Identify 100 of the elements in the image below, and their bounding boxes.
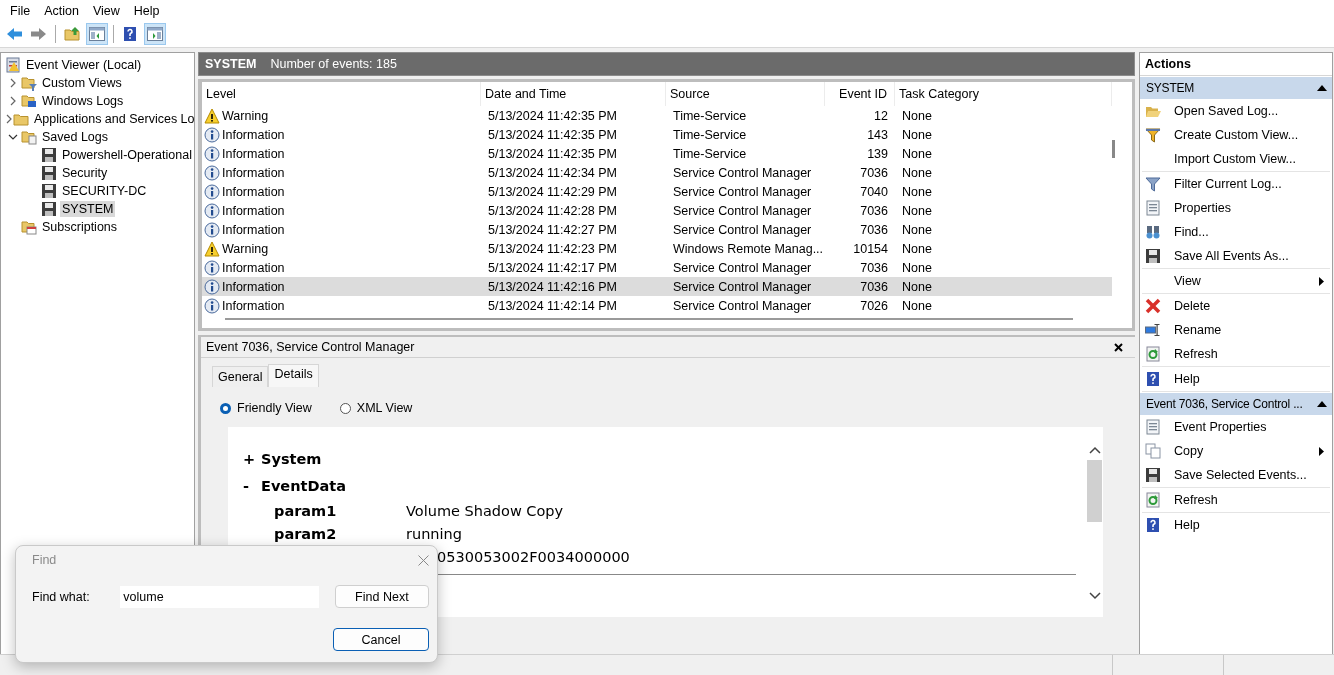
radio-label[interactable]: XML View xyxy=(356,401,413,415)
table-cell: Information xyxy=(222,260,285,275)
column-header[interactable]: Source xyxy=(666,82,825,106)
tree-item[interactable]: Event Viewer (Local) xyxy=(24,57,144,73)
command-item[interactable]: Create Custom View... xyxy=(1142,123,1330,147)
tree-item[interactable]: Applications and Services Lo xyxy=(32,111,194,127)
pane-title: Actions xyxy=(1140,53,1332,76)
table-cell: Information xyxy=(222,127,285,142)
menu-item[interactable]: Action xyxy=(37,3,86,18)
radio-label[interactable]: Friendly View xyxy=(237,401,312,415)
command-item[interactable]: Delete xyxy=(1142,294,1330,318)
event-row[interactable]: Information 5/13/2024 11:42:14 PM Service Control Manager 7026 None xyxy=(202,296,1112,315)
tree-item[interactable]: SYSTEM xyxy=(60,201,116,217)
event-row[interactable]: Information 5/13/2024 11:42:34 PM Service Control Manager 7036 None xyxy=(202,163,1112,182)
event-row[interactable]: Information 5/13/2024 11:42:29 PM Service Control Manager 7040 None xyxy=(202,182,1112,201)
close-icon[interactable] xyxy=(1114,342,1123,352)
info-icon xyxy=(204,202,220,219)
toggle-sign[interactable]: + xyxy=(243,450,261,467)
chevron-right-icon[interactable] xyxy=(9,78,17,88)
section-header[interactable]: Event 7036, Service Control ... xyxy=(1140,393,1332,415)
event-row[interactable]: Information 5/13/2024 11:42:28 PM Service Control Manager 7036 None xyxy=(202,201,1112,220)
table-cell: Information xyxy=(222,203,285,218)
event-row[interactable]: Warning 5/13/2024 11:42:23 PM Windows Remote Manag... 10154 None xyxy=(202,239,1112,258)
radio-button[interactable] xyxy=(339,402,351,414)
column-header[interactable]: Event ID xyxy=(825,82,895,106)
command-item[interactable]: Save Selected Events... xyxy=(1142,463,1330,487)
command-item[interactable]: Open Saved Log... xyxy=(1142,99,1330,123)
folder-up-icon xyxy=(64,26,80,42)
event-row[interactable]: Warning 5/13/2024 11:42:35 PM Time-Service 12 None xyxy=(202,106,1112,125)
event-row[interactable]: Information 5/13/2024 11:42:16 PM Service Control Manager 7036 None xyxy=(202,277,1112,296)
chevron-right-icon[interactable] xyxy=(9,96,17,106)
command-item[interactable]: Rename xyxy=(1142,318,1330,342)
dialog-button[interactable]: Find Next xyxy=(334,585,429,608)
folder-calendar-icon xyxy=(21,219,37,235)
dialog-title: Find xyxy=(32,553,57,567)
table-cell-text: 5/13/2024 11:42:34 PM xyxy=(487,165,619,180)
command-item[interactable]: Properties xyxy=(1142,196,1330,220)
scrollbar-thumb[interactable] xyxy=(225,318,1073,320)
menu-item[interactable]: View xyxy=(85,3,127,18)
command-item[interactable]: Find... xyxy=(1142,220,1330,244)
tree-item[interactable]: Security xyxy=(60,165,110,181)
command-item[interactable]: Event Properties xyxy=(1142,415,1330,439)
section-title: EventData xyxy=(261,477,346,494)
scroll-down-icon xyxy=(1088,592,1101,600)
event-row[interactable]: Information 5/13/2024 11:42:35 PM Time-Service 143 None xyxy=(202,125,1112,144)
column-header[interactable]: Level xyxy=(202,82,481,106)
radio-button[interactable] xyxy=(220,402,231,414)
tab[interactable]: Details xyxy=(268,364,319,387)
tree-item[interactable]: Subscriptions xyxy=(40,219,120,235)
command-item[interactable]: Save All Events As... xyxy=(1142,244,1330,268)
scrollbar-thumb[interactable] xyxy=(1112,140,1115,158)
table-cell: Information xyxy=(222,184,285,199)
tree-item[interactable]: Custom Views xyxy=(40,75,124,91)
command-item[interactable]: View xyxy=(1142,269,1330,293)
menu-item[interactable]: Help xyxy=(126,3,167,18)
column-header[interactable]: Task Category xyxy=(895,82,1112,106)
section-header[interactable]: SYSTEM xyxy=(1140,77,1332,99)
command-item[interactable]: Refresh xyxy=(1142,342,1330,366)
command-item[interactable]: Help xyxy=(1142,513,1330,537)
tree-item[interactable]: Powershell-Operational xyxy=(60,147,194,163)
menu-item[interactable]: File xyxy=(3,3,38,18)
folder-document-icon xyxy=(21,129,37,145)
funnel-icon xyxy=(1145,127,1161,143)
tree-item[interactable]: SECURITY-DC xyxy=(60,183,149,199)
table-cell-text: 7036 xyxy=(859,165,889,180)
table-cell-text: 5/13/2024 11:42:23 PM xyxy=(487,241,619,256)
command-item[interactable]: Copy xyxy=(1142,439,1330,463)
table-cell-text: 143 xyxy=(866,127,889,142)
warning-icon xyxy=(204,107,220,124)
event-row[interactable]: Information 5/13/2024 11:42:17 PM Service Control Manager 7036 None xyxy=(202,258,1112,277)
back-arrow-icon xyxy=(6,26,22,42)
toggle-sign[interactable]: - xyxy=(243,477,261,494)
table-cell-text: 139 xyxy=(866,146,889,161)
table-cell: Information xyxy=(222,298,285,313)
command-item[interactable]: Filter Current Log... xyxy=(1142,172,1330,196)
command-item[interactable]: Import Custom View... xyxy=(1142,147,1330,171)
command-item[interactable]: Help xyxy=(1142,367,1330,391)
command-item[interactable]: Refresh xyxy=(1142,488,1330,512)
tree-item[interactable]: Windows Logs xyxy=(40,93,126,109)
table-cell-text: 7036 xyxy=(859,203,889,218)
table-cell-text: Service Control Manager xyxy=(672,184,813,199)
tab[interactable]: General xyxy=(212,366,269,387)
toolbar-button[interactable] xyxy=(86,23,108,45)
event-row[interactable]: Information 5/13/2024 11:42:35 PM Time-Service 139 None xyxy=(202,144,1112,163)
info-icon xyxy=(204,221,220,238)
chevron-down-icon[interactable] xyxy=(8,133,18,141)
dialog-button[interactable]: Cancel xyxy=(333,628,429,651)
tree-item[interactable]: Saved Logs xyxy=(40,129,111,145)
table-cell: Information xyxy=(222,279,285,294)
table-cell-text: Time-Service xyxy=(672,127,748,142)
toolbar-button[interactable] xyxy=(144,23,166,45)
table-cell: Warning xyxy=(222,241,269,256)
table-cell-text: Service Control Manager xyxy=(672,298,813,313)
scrollbar-thumb[interactable] xyxy=(1087,460,1102,522)
table-cell-text: 5/13/2024 11:42:16 PM xyxy=(487,279,619,294)
search-field[interactable]: volume xyxy=(120,585,319,608)
column-header[interactable]: Date and Time xyxy=(481,82,666,106)
event-row[interactable]: Information 5/13/2024 11:42:27 PM Service Control Manager 7036 None xyxy=(202,220,1112,239)
chevron-right-icon[interactable] xyxy=(5,114,13,124)
funnel-icon xyxy=(1145,176,1161,192)
